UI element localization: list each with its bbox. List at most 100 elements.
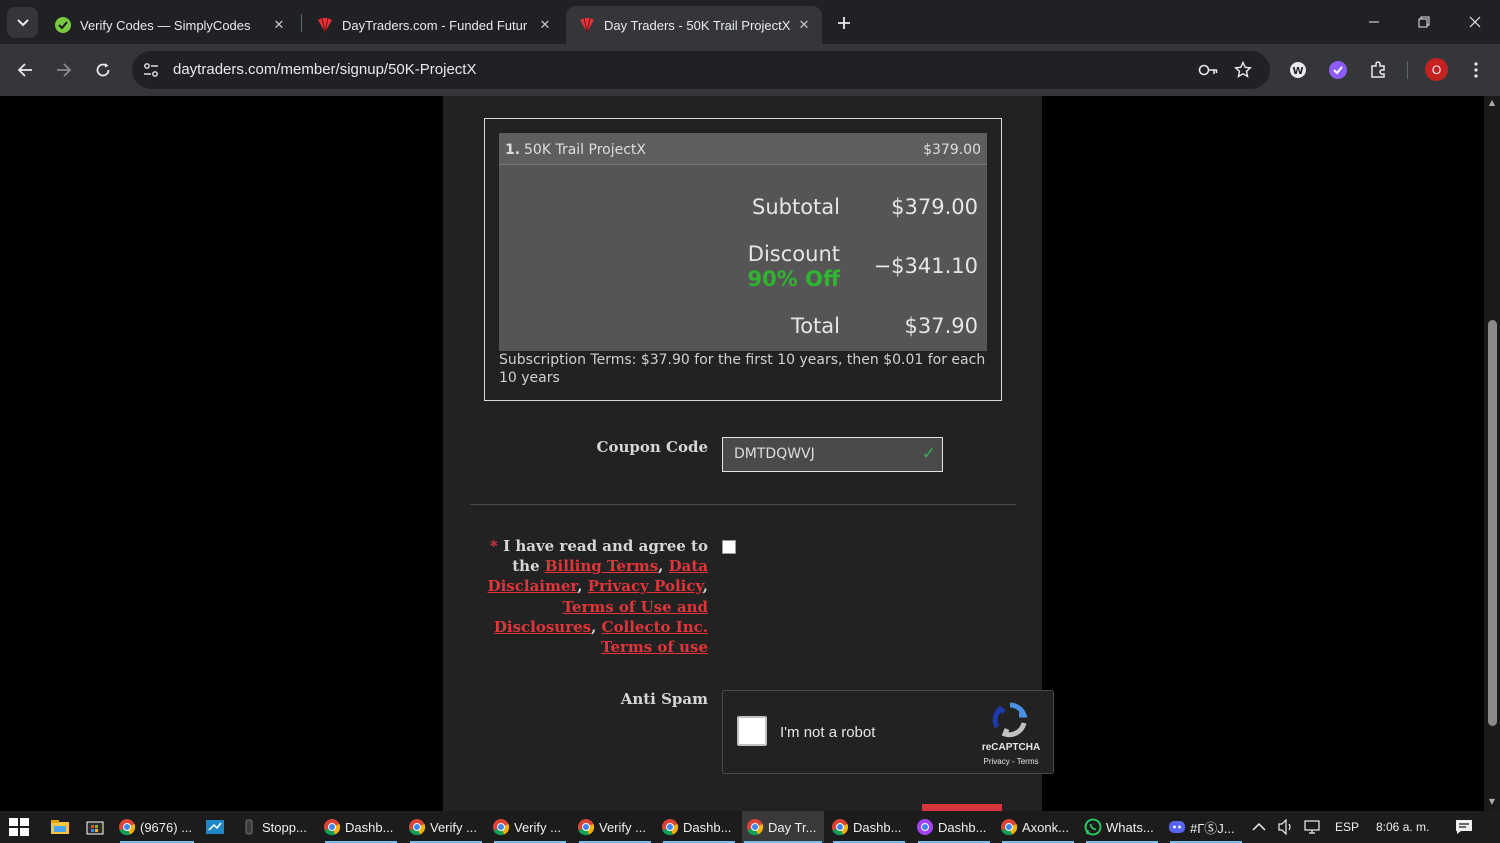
submit-button[interactable] — [922, 804, 1002, 811]
order-table: 1. 50K Trail ProjectX $379.00 Subtotal $… — [499, 133, 987, 351]
billing-terms-link[interactable]: Billing Terms — [545, 557, 658, 575]
arrow-left-icon — [17, 63, 32, 77]
taskbar-app-label: Verify ... — [430, 819, 477, 835]
menu-kebab-icon[interactable] — [1463, 57, 1489, 83]
extensions-puzzle-icon[interactable] — [1365, 57, 1391, 83]
coupon-code-label: Coupon Code — [596, 438, 708, 456]
taskbar-app[interactable]: Verify ... — [577, 811, 653, 843]
forward-button[interactable] — [50, 56, 78, 84]
close-window-button[interactable] — [1450, 0, 1500, 44]
chrome-icon — [324, 819, 341, 836]
tab-title: DayTraders.com - Funded Futur — [342, 17, 528, 33]
address-bar[interactable]: daytraders.com/member/signup/50K-Project… — [132, 51, 1270, 89]
network-icon[interactable] — [1304, 811, 1324, 843]
taskbar-app[interactable]: Verify ... — [408, 811, 484, 843]
bookmark-star-icon[interactable] — [1232, 59, 1254, 81]
recaptcha-brand: reCAPTCHA — [981, 742, 1041, 753]
taskbar-app[interactable]: Dashb... — [661, 811, 737, 843]
tab-day-traders-50k[interactable]: Day Traders - 50K Trail ProjectX ✕ — [566, 6, 822, 44]
taskbar-app-label: Day Tr... — [768, 819, 817, 835]
scroll-up-icon[interactable]: ▲ — [1487, 98, 1497, 108]
profile-avatar[interactable]: O — [1425, 58, 1448, 81]
tab-daytraders-funded[interactable]: DayTraders.com - Funded Futur ✕ — [304, 6, 563, 44]
taskbar-app[interactable]: Dashb... — [323, 811, 399, 843]
taskbar-app-label: Stopp... — [262, 819, 307, 835]
extension-purple-icon[interactable] — [1325, 57, 1351, 83]
reload-icon — [96, 63, 110, 77]
browser-toolbar: daytraders.com/member/signup/50K-Project… — [0, 44, 1500, 96]
password-key-icon[interactable] — [1197, 59, 1219, 81]
chevron-down-icon — [16, 18, 29, 26]
subtotal-value: $379.00 — [891, 195, 978, 219]
subtotal-label: Subtotal — [752, 195, 840, 219]
taskbar-app-label: Dashb... — [938, 819, 987, 835]
recaptcha-privacy-terms[interactable]: Privacy - Terms — [973, 757, 1049, 766]
reload-button[interactable] — [89, 56, 117, 84]
recaptcha-text: I'm not a robot — [780, 724, 876, 741]
agree-checkbox[interactable] — [722, 540, 736, 554]
back-button[interactable] — [11, 56, 39, 84]
clock[interactable]: 8:06 a. m. — [1376, 811, 1429, 843]
taskbar-app-active[interactable]: Day Tr... — [742, 811, 824, 843]
notifications-icon[interactable] — [1455, 811, 1473, 843]
restore-icon — [1418, 16, 1430, 28]
extension-w-icon[interactable]: W — [1285, 57, 1311, 83]
taskbar-app-label: Whats... — [1106, 819, 1154, 835]
new-tab-button[interactable] — [832, 11, 856, 35]
store-icon[interactable] — [86, 819, 104, 835]
chrome-icon — [578, 819, 595, 836]
taskbar-app[interactable]: Stopp... — [240, 811, 312, 843]
line-item: 1. 50K Trail ProjectX $379.00 — [499, 133, 987, 165]
site-settings-icon[interactable] — [140, 59, 162, 81]
privacy-policy-link[interactable]: Privacy Policy — [588, 577, 703, 595]
restore-button[interactable] — [1399, 0, 1449, 44]
tray-overflow-icon[interactable] — [1252, 811, 1266, 843]
tab-separator — [301, 14, 302, 32]
subscription-terms: Subscription Terms: $37.90 for the first… — [499, 352, 986, 386]
terms-agreement-label: * I have read and agree to the Billing T… — [487, 537, 708, 657]
recaptcha-widget: I'm not a robot reCAPTCHA Privacy - Term… — [722, 690, 1054, 774]
order-summary: 1. 50K Trail ProjectX $379.00 Subtotal $… — [484, 118, 1002, 401]
url-text: daytraders.com/member/signup/50K-Project… — [173, 61, 477, 78]
tab-verify-codes[interactable]: Verify Codes — SimplyCodes ✕ — [42, 6, 297, 44]
tab-search-button[interactable] — [7, 7, 38, 38]
plus-icon — [838, 17, 850, 29]
recaptcha-checkbox[interactable] — [737, 716, 767, 746]
input-language[interactable]: ESP — [1335, 811, 1359, 843]
total-value: $37.90 — [904, 314, 978, 338]
close-icon[interactable]: ✕ — [533, 13, 557, 37]
tab-title: Day Traders - 50K Trail ProjectX — [604, 17, 791, 33]
signup-panel: 1. 50K Trail ProjectX $379.00 Subtotal $… — [443, 96, 1054, 811]
minimize-button[interactable] — [1349, 0, 1399, 44]
minimize-icon — [1369, 21, 1379, 23]
coupon-code-input[interactable]: DMTDQWVJ ✓ — [722, 437, 943, 472]
tab-strip: Verify Codes — SimplyCodes ✕ DayTraders.… — [0, 0, 1500, 44]
file-explorer-icon[interactable] — [50, 819, 70, 835]
close-icon[interactable]: ✕ — [267, 13, 291, 37]
daytraders-icon — [578, 16, 596, 34]
page-viewport: 1. 50K Trail ProjectX $379.00 Subtotal $… — [0, 96, 1500, 811]
media-app-icon[interactable] — [205, 818, 225, 836]
taskbar-app[interactable]: #ГⓈJ... — [1168, 811, 1244, 843]
discord-icon — [1169, 821, 1185, 833]
scroll-down-icon[interactable]: ▼ — [1487, 797, 1497, 807]
volume-icon[interactable] — [1277, 811, 1295, 843]
anti-spam-label: Anti Spam — [620, 690, 708, 708]
close-icon[interactable]: ✕ — [792, 13, 816, 37]
page-scrollbar[interactable]: ▲ ▼ — [1484, 96, 1500, 811]
chrome-icon — [662, 819, 679, 836]
taskbar-app[interactable]: (9676) ... — [118, 811, 196, 843]
collecto-terms-link[interactable]: Collecto Inc. Terms of use — [601, 618, 708, 656]
taskbar-app[interactable]: Axonk... — [1000, 811, 1076, 843]
scroll-thumb[interactable] — [1488, 320, 1497, 726]
checkmark-icon: ✓ — [921, 444, 936, 464]
taskbar-app[interactable]: Dashb... — [831, 811, 907, 843]
taskbar-app[interactable]: Dashb... — [916, 811, 992, 843]
taskbar-app[interactable]: Verify ... — [492, 811, 568, 843]
windows-start-icon[interactable] — [8, 817, 30, 837]
line-item-price: $379.00 — [923, 142, 981, 158]
taskbar-app[interactable]: Whats... — [1084, 811, 1160, 843]
taskbar-app-label: Axonk... — [1022, 819, 1069, 835]
chrome-icon — [493, 819, 510, 836]
coupon-code-value: DMTDQWVJ — [734, 446, 815, 462]
